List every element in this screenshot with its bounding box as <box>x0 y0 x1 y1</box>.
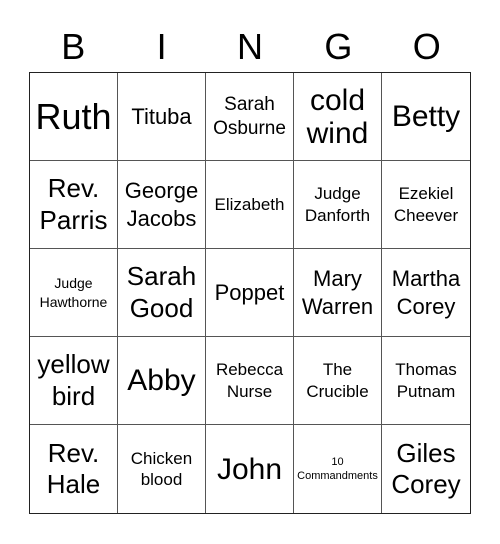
bingo-cell[interactable]: Poppet <box>206 249 294 337</box>
bingo-cell[interactable]: Rebecca Nurse <box>206 337 294 425</box>
bingo-cell[interactable]: Betty <box>382 73 470 161</box>
bingo-cell[interactable]: Abby <box>118 337 206 425</box>
bingo-cell[interactable]: Ezekiel Cheever <box>382 161 470 249</box>
bingo-cell[interactable]: Martha Corey <box>382 249 470 337</box>
bingo-cell[interactable]: Rev. Hale <box>30 425 118 513</box>
header-letter-n: N <box>236 26 263 67</box>
header-letter-o: O <box>412 26 441 67</box>
bingo-cell-label: Abby <box>127 364 196 397</box>
bingo-cell[interactable]: Giles Corey <box>382 425 470 513</box>
bingo-cell[interactable]: Elizabeth <box>206 161 294 249</box>
bingo-cell[interactable]: Ruth <box>30 73 118 161</box>
header-letter-g: G <box>324 26 353 67</box>
bingo-cell[interactable]: George Jacobs <box>118 161 206 249</box>
bingo-cell[interactable]: Sarah Good <box>118 249 206 337</box>
bingo-cell-label: Rebecca Nurse <box>215 360 284 401</box>
bingo-cell-label: Elizabeth <box>214 194 285 214</box>
bingo-cell-label: Chicken blood <box>130 448 193 489</box>
bingo-cell-label: Sarah Osburne <box>213 93 286 139</box>
bingo-cell-label: Judge Hawthorne <box>39 275 108 310</box>
bingo-cell-label: Tituba <box>131 103 192 129</box>
bingo-cell[interactable]: 10 Commandments <box>294 425 382 513</box>
bingo-cell[interactable]: Judge Danforth <box>294 161 382 249</box>
bingo-cell-label: John <box>216 452 283 486</box>
header-letter-b: B <box>61 26 86 67</box>
bingo-cell[interactable]: cold wind <box>294 73 382 161</box>
bingo-cell[interactable]: Chicken blood <box>118 425 206 513</box>
bingo-cell[interactable]: Judge Hawthorne <box>30 249 118 337</box>
bingo-header: B I N G O <box>29 22 471 72</box>
bingo-cell[interactable]: Mary Warren <box>294 249 382 337</box>
bingo-cell-label: George Jacobs <box>124 178 199 231</box>
bingo-cell-label: Giles Corey <box>391 437 461 499</box>
bingo-cell[interactable]: Rev. Parris <box>30 161 118 249</box>
bingo-cell-label: Judge Danforth <box>304 184 371 225</box>
bingo-cell[interactable]: John <box>206 425 294 513</box>
bingo-cell-label: Betty <box>391 100 461 133</box>
bingo-cell-label: yellow bird <box>37 349 110 411</box>
bingo-cell[interactable]: Sarah Osburne <box>206 73 294 161</box>
bingo-cell-label: Rev. Hale <box>46 437 101 499</box>
header-letter-i: I <box>156 26 167 67</box>
bingo-cell[interactable]: Thomas Putnam <box>382 337 470 425</box>
bingo-cell-label: Mary Warren <box>301 266 374 319</box>
bingo-cell-label: cold wind <box>306 83 369 150</box>
bingo-board: Ruth Tituba Sarah Osburne cold wind Betty Rev… <box>29 72 471 514</box>
bingo-cell-label: Poppet <box>214 279 285 305</box>
bingo-cell-label: Martha Corey <box>391 266 461 319</box>
bingo-cell-label: Ruth <box>35 95 112 137</box>
bingo-cell-label: Thomas Putnam <box>395 360 457 401</box>
bingo-cell-label: Rev. Parris <box>39 173 108 235</box>
bingo-cell-label: The Crucible <box>306 360 369 401</box>
bingo-cell[interactable]: Tituba <box>118 73 206 161</box>
bingo-cell-label: 10 Commandments <box>297 455 378 482</box>
bingo-cell[interactable]: yellow bird <box>30 337 118 425</box>
bingo-cell-label: Sarah Good <box>126 261 197 323</box>
bingo-cell-label: Ezekiel Cheever <box>393 184 459 225</box>
bingo-cell[interactable]: The Crucible <box>294 337 382 425</box>
